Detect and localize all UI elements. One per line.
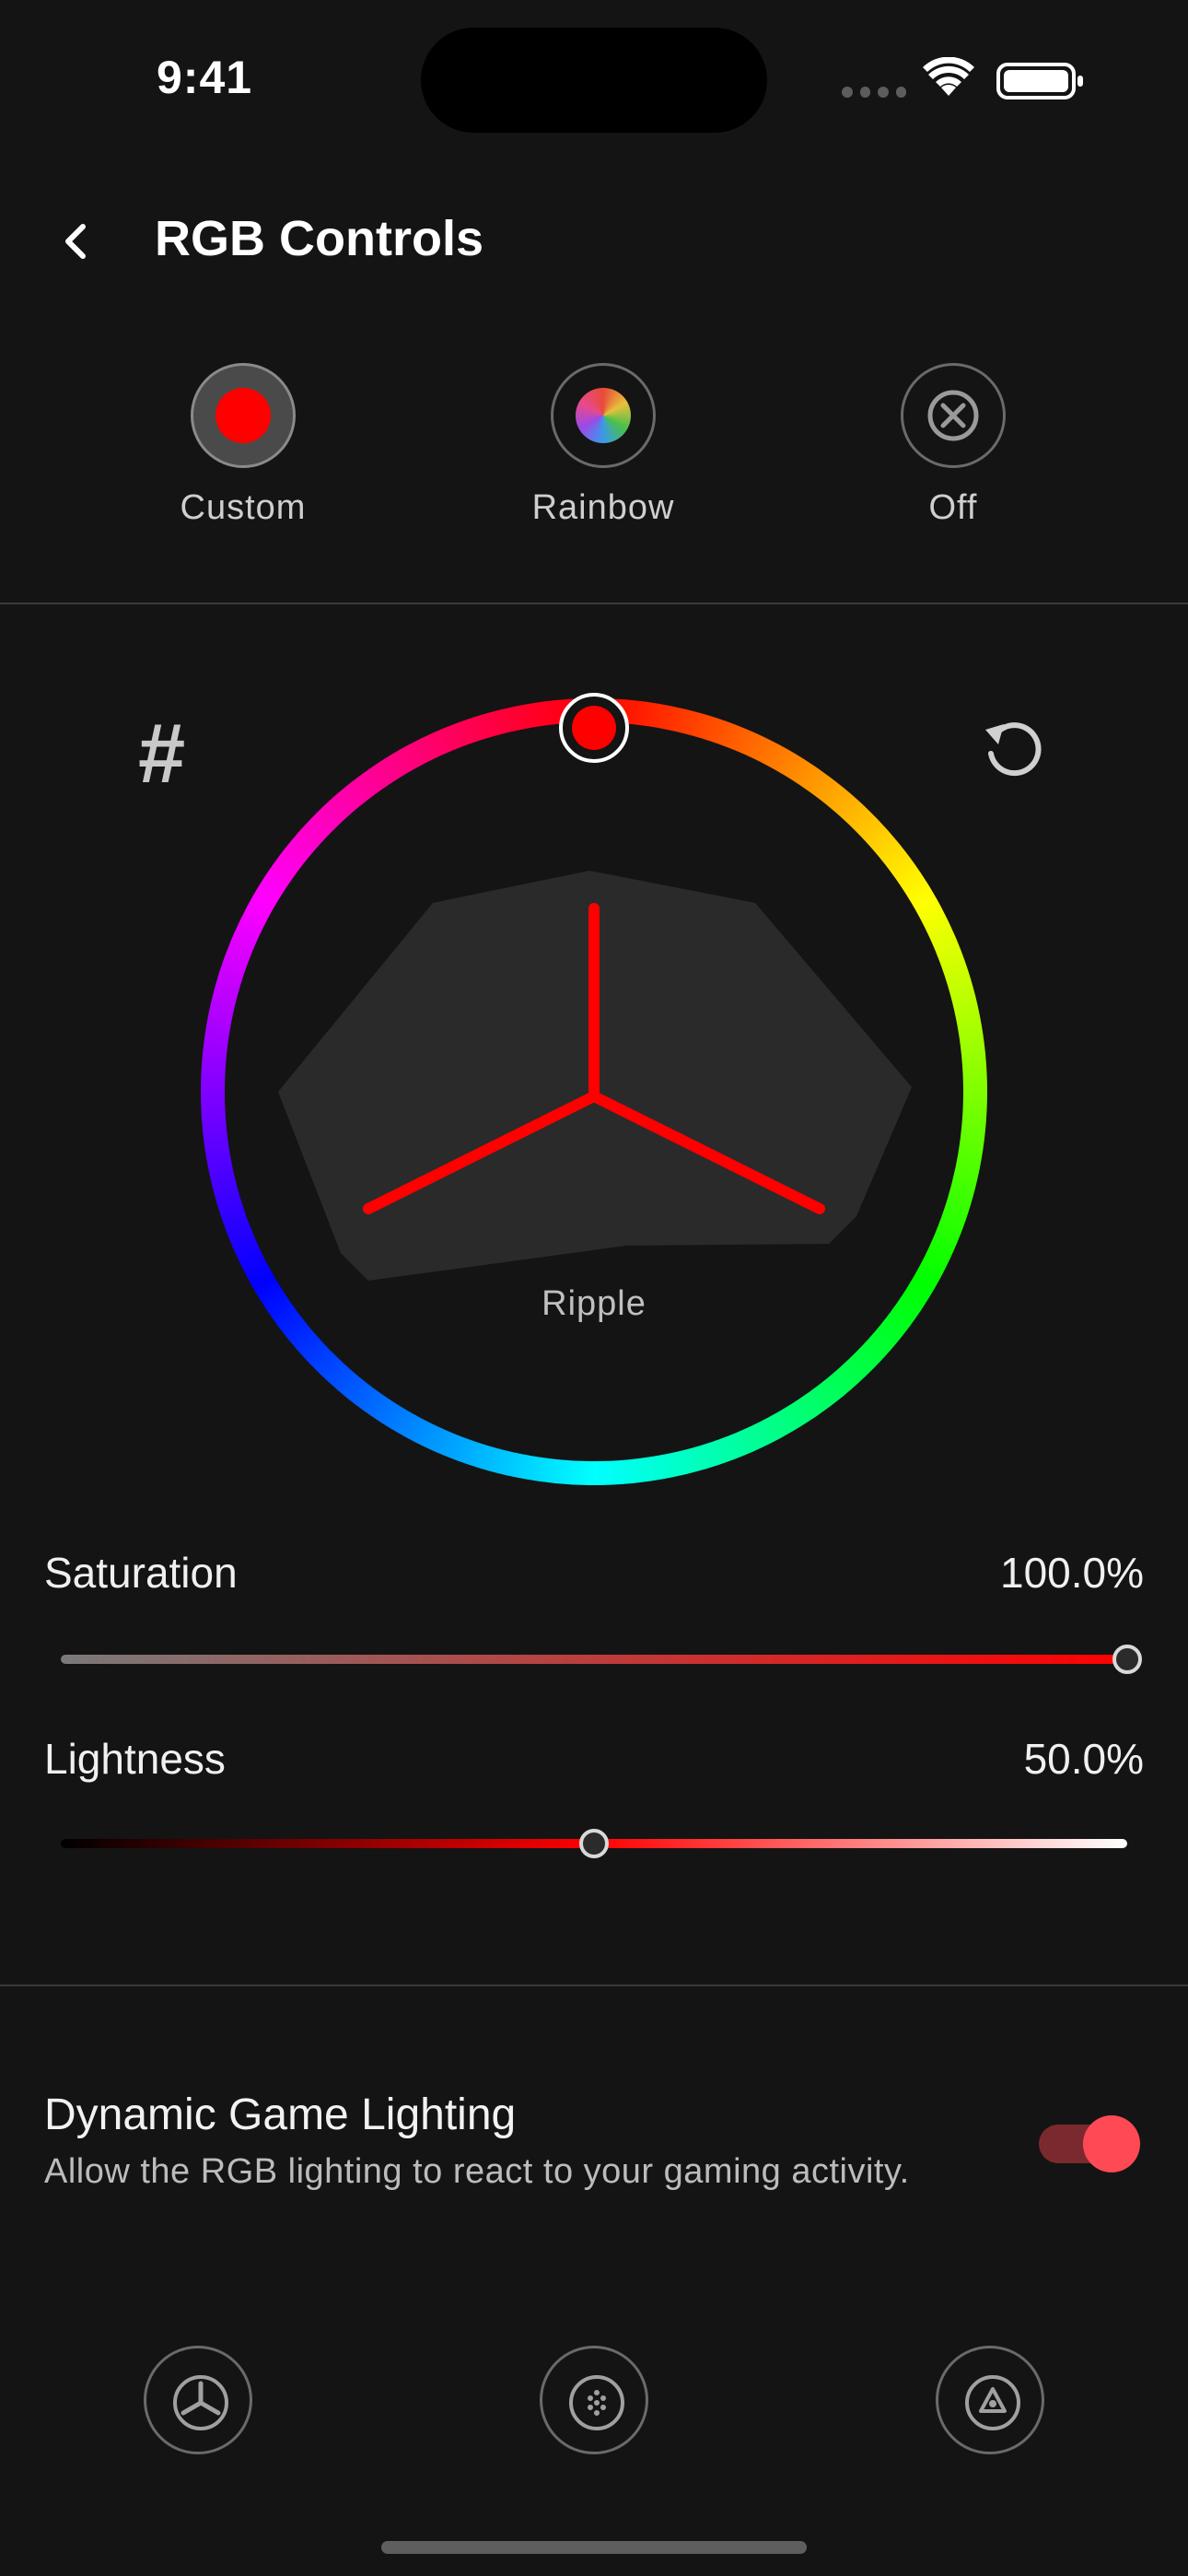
- mode-off-button[interactable]: Off: [843, 363, 1064, 528]
- rainbow-dot-icon: [551, 363, 656, 468]
- nav-label: [87, 2469, 309, 2482]
- mode-custom-button[interactable]: Custom: [133, 363, 354, 528]
- off-x-icon: [901, 363, 1006, 468]
- battery-icon: [996, 63, 1083, 100]
- saturation-label: Saturation: [44, 1549, 238, 1597]
- status-time: 9:41: [157, 52, 253, 103]
- dynamic-island: [421, 28, 767, 133]
- trilogo-icon: [144, 2346, 252, 2454]
- saturation-slider-track[interactable]: [61, 1655, 1127, 1664]
- hex-input-button[interactable]: #: [138, 706, 185, 802]
- lightness-label: Lightness: [44, 1735, 226, 1783]
- mode-label: Off: [928, 488, 978, 527]
- home-indicator[interactable]: [381, 2541, 807, 2554]
- nav-label: [879, 2469, 1101, 2482]
- nav-tab-1[interactable]: [87, 2346, 309, 2482]
- mode-label: Custom: [180, 488, 307, 527]
- saturation-value: 100.0%: [999, 1549, 1144, 1597]
- cellular-signal-icon: [842, 87, 906, 98]
- device-logo-icon: [936, 2346, 1044, 2454]
- mode-rainbow-button[interactable]: Rainbow: [493, 363, 714, 528]
- nav-tab-2[interactable]: [483, 2346, 705, 2482]
- saturation-slider-thumb[interactable]: [1112, 1645, 1142, 1674]
- nav-label: [483, 2469, 705, 2482]
- dynamic-lighting-description: Allow the RGB lighting to react to your …: [44, 2152, 910, 2191]
- back-chevron-icon[interactable]: [53, 214, 99, 269]
- lightness-slider-thumb[interactable]: [579, 1829, 609, 1858]
- reset-icon[interactable]: [976, 709, 1050, 783]
- wifi-icon: [923, 57, 974, 96]
- divider: [0, 1985, 1188, 1986]
- hue-picker-handle[interactable]: [559, 693, 629, 763]
- mode-label: Rainbow: [531, 488, 675, 527]
- divider: [0, 603, 1188, 604]
- dots-grid-icon: [540, 2346, 648, 2454]
- page-title: RGB Controls: [155, 211, 483, 266]
- nav-tab-3[interactable]: [879, 2346, 1101, 2482]
- lightness-value: 50.0%: [1023, 1735, 1144, 1783]
- effect-label: Ripple: [542, 1284, 646, 1323]
- device-preview: [278, 871, 912, 1281]
- red-dot-icon: [191, 363, 296, 468]
- dynamic-lighting-toggle-knob[interactable]: [1083, 2115, 1140, 2172]
- dynamic-lighting-title: Dynamic Game Lighting: [44, 2090, 517, 2139]
